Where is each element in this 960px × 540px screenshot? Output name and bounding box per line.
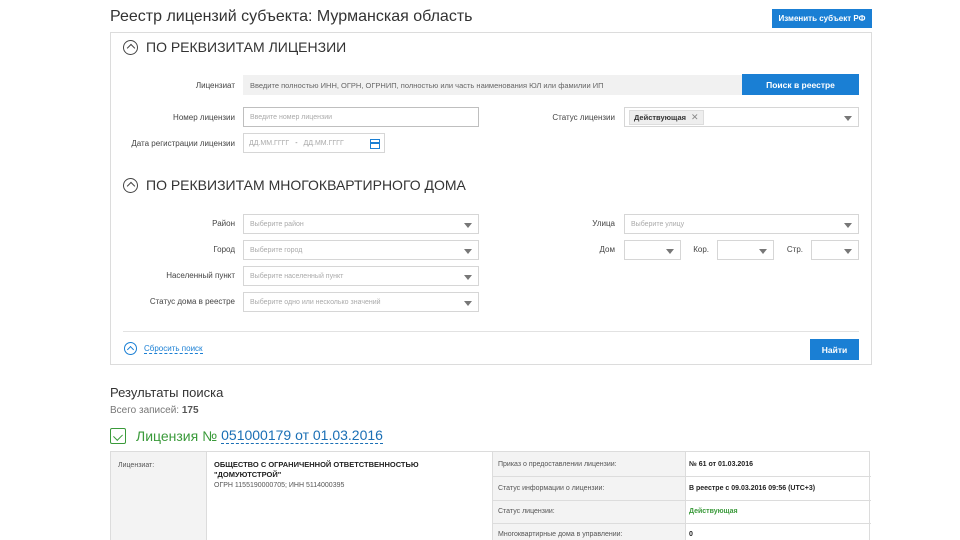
chevron-down-icon	[464, 249, 472, 254]
status-tag: Действующая ✕	[629, 109, 704, 125]
district-label: Район	[212, 219, 235, 228]
licensee-input[interactable]: Введите полностью ИНН, ОГРН, ОГРНИП, пол…	[243, 75, 743, 95]
total-count: 175	[181, 405, 199, 416]
locality-select[interactable]: Выберите населенный пункт	[243, 266, 479, 286]
row-divider	[492, 523, 871, 524]
license-number-label: Номер лицензии	[173, 113, 235, 122]
district-select[interactable]: Выберите район	[243, 214, 479, 234]
row-divider	[492, 500, 871, 501]
registry-search-button[interactable]: Поиск в реестре	[742, 74, 859, 95]
date-separator: -	[295, 139, 298, 147]
col-divider	[492, 452, 493, 540]
col-divider	[206, 452, 207, 540]
license-status-label: Статус лицензии	[552, 113, 615, 122]
locality-placeholder: Выберите населенный пункт	[250, 272, 344, 280]
info-status-value: В реестре с 09.03.2016 09:56 (UTC+3)	[689, 485, 816, 492]
status-tag-label: Действующая	[634, 112, 687, 122]
license-doc-icon	[110, 427, 126, 444]
city-label: Город	[213, 245, 235, 254]
total-label: Всего записей:	[110, 405, 180, 416]
chevron-up-icon	[123, 39, 138, 55]
building-label: Кор.	[693, 245, 709, 254]
house-label: Дом	[599, 245, 615, 254]
order-value: № 61 от 01.03.2016	[689, 461, 753, 468]
licensee-label: Лицензиат	[195, 81, 235, 90]
reset-search-label: Сбросить поиск	[144, 343, 203, 354]
house-status-select[interactable]: Выберите одно или несколько значений	[243, 292, 479, 312]
structure-label: Стр.	[786, 245, 803, 254]
chevron-down-icon	[844, 116, 852, 121]
license-status-select[interactable]: Действующая ✕	[624, 107, 859, 127]
registration-date-range[interactable]: ДД.ММ.ГГГГ - ДД.ММ.ГГГГ	[243, 133, 385, 153]
page-title: Реестр лицензий субъекта: Мурманская обл…	[110, 8, 473, 25]
houses-label: Многоквартирные дома в управлении:	[498, 531, 623, 538]
org-name-line2: "ДОМУЮТСТРОЙ"	[214, 470, 282, 479]
house-section-title: ПО РЕКВИЗИТАМ МНОГОКВАРТИРНОГО ДОМА	[146, 177, 466, 193]
section-divider	[123, 331, 859, 332]
chevron-down-icon	[844, 249, 852, 254]
house-status-placeholder: Выберите одно или несколько значений	[250, 298, 381, 306]
locality-label: Населенный пункт	[166, 271, 235, 280]
license-number-link[interactable]: 051000179 от 01.03.2016	[221, 427, 383, 444]
date-to-input[interactable]: ДД.ММ.ГГГГ	[304, 140, 344, 147]
license-number-input[interactable]: Введите номер лицензии	[243, 107, 479, 127]
remove-tag-icon[interactable]: ✕	[691, 112, 699, 123]
results-total: Всего записей: 175	[110, 405, 199, 416]
registration-date-label: Дата регистрации лицензии	[131, 139, 235, 148]
search-panel: ПО РЕКВИЗИТАМ ЛИЦЕНЗИИ Лицензиат Введите…	[110, 32, 872, 365]
chevron-down-icon	[464, 275, 472, 280]
license-prefix: Лицензия №	[136, 427, 218, 444]
house-status-label: Статус дома в реестре	[149, 297, 235, 306]
street-placeholder: Выберите улицу	[631, 220, 685, 228]
info-status-label: Статус информации о лицензии:	[498, 485, 605, 492]
district-placeholder: Выберите район	[250, 220, 304, 228]
license-details-table: Лицензиат: ОБЩЕСТВО С ОГРАНИЧЕННОЙ ОТВЕТ…	[110, 451, 871, 540]
license-heading: Лицензия № 051000179 от 01.03.2016	[110, 427, 383, 444]
city-select[interactable]: Выберите город	[243, 240, 479, 260]
license-section-header[interactable]: ПО РЕКВИЗИТАМ ЛИЦЕНЗИИ	[123, 39, 346, 55]
chevron-down-icon	[844, 223, 852, 228]
order-label: Приказ о предоставлении лицензии:	[498, 461, 617, 468]
licensee-label: Лицензиат:	[118, 462, 155, 469]
license-section-title: ПО РЕКВИЗИТАМ ЛИЦЕНЗИИ	[146, 39, 347, 55]
chevron-down-icon	[464, 301, 472, 306]
chevron-up-icon	[124, 342, 137, 355]
row-divider	[492, 476, 871, 477]
org-ids: ОГРН 1155190000705; ИНН 5114000395	[214, 482, 345, 489]
find-button[interactable]: Найти	[810, 339, 859, 360]
structure-select[interactable]	[811, 240, 859, 260]
reset-search-link[interactable]: Сбросить поиск	[124, 342, 203, 355]
date-from-input[interactable]: ДД.ММ.ГГГГ	[249, 140, 289, 147]
col-divider	[685, 452, 686, 540]
chevron-down-icon	[464, 223, 472, 228]
house-section-header[interactable]: ПО РЕКВИЗИТАМ МНОГОКВАРТИРНОГО ДОМА	[123, 177, 466, 193]
license-status-value: Действующая	[689, 508, 738, 515]
change-region-button[interactable]: Изменить субъект РФ	[772, 9, 872, 28]
results-title: Результаты поиска	[110, 385, 224, 400]
license-status-label: Статус лицензии:	[498, 508, 555, 515]
calendar-icon[interactable]	[370, 139, 380, 149]
city-placeholder: Выберите город	[250, 246, 303, 254]
street-select[interactable]: Выберите улицу	[624, 214, 859, 234]
houses-value: 0	[689, 531, 693, 538]
org-name-line1: ОБЩЕСТВО С ОГРАНИЧЕННОЙ ОТВЕТСТВЕННОСТЬЮ	[214, 460, 419, 469]
chevron-up-icon	[123, 177, 138, 193]
street-label: Улица	[592, 219, 615, 228]
